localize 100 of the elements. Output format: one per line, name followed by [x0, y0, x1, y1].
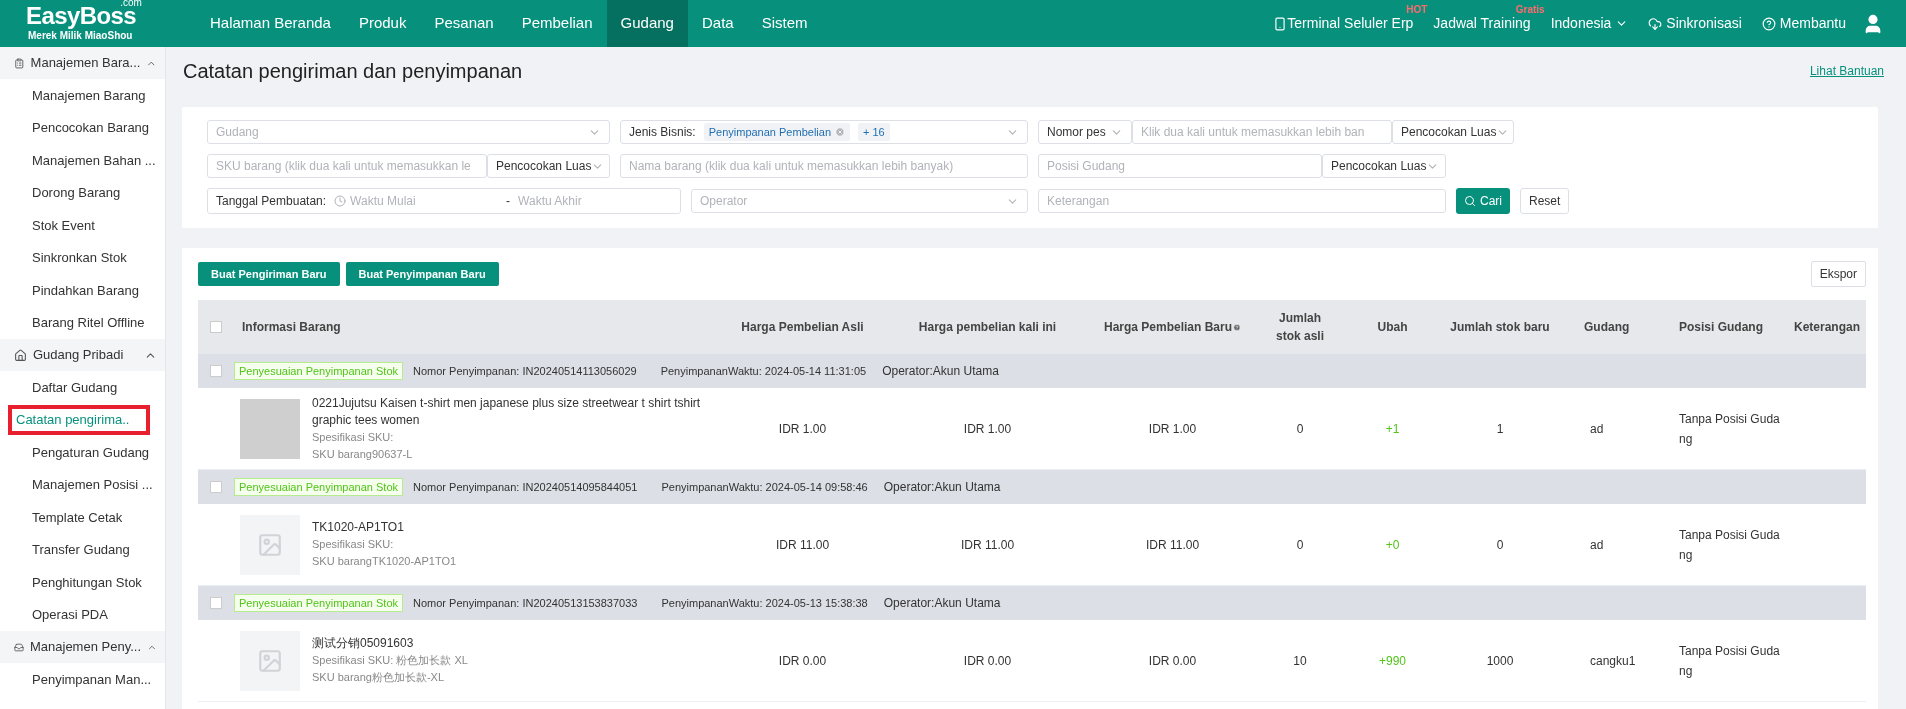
column-header: Jumlah stok baru [1450, 319, 1550, 336]
nav-tab[interactable]: Sistem [747, 0, 822, 47]
sku-code: SKU barangTK1020-AP1TO1 [312, 554, 458, 569]
sidebar-group[interactable]: Manajemen Bara... [0, 47, 165, 79]
checkbox[interactable] [210, 365, 222, 377]
sidebar-item[interactable]: Catatan pengirima.. [8, 404, 150, 435]
column-header: Harga pembelian kali ini [918, 319, 1057, 336]
sidebar-item[interactable]: Dorong Barang [8, 177, 143, 208]
table-cell-text: 0 [1296, 420, 1304, 438]
sidebar-item[interactable]: Penghitungan Stok [8, 567, 164, 598]
checkbox[interactable] [210, 481, 222, 493]
sidebar-group[interactable]: Gudang Pribadi [0, 339, 165, 371]
product-title: TK1020-AP1TO1 [312, 519, 405, 536]
logo-suffix: .com [120, 0, 142, 8]
record-operator: Operator:Akun Utama [883, 479, 1001, 496]
record-time: PenyimpananWaktu: 2024-05-14 11:31:05 [660, 363, 867, 379]
help-link[interactable]: Lihat Bantuan [1809, 62, 1884, 80]
nav-tab[interactable]: Gudang [606, 0, 688, 47]
sidebar-group[interactable]: Manajemen Peny... [0, 631, 165, 663]
select-field[interactable]: Nomor pes [1038, 120, 1132, 144]
header-link[interactable]: Membantu [1779, 13, 1846, 34]
clipboard-icon [14, 56, 25, 70]
sidebar-item[interactable]: Daftar Gudang [8, 372, 140, 403]
nav-tab[interactable]: Pembelian [507, 0, 607, 47]
sku-spec: Spesifikasi SKU: 粉色加长款 XL [312, 653, 469, 668]
sidebar-item[interactable]: Manajemen Bahan ... [8, 145, 165, 176]
header-link[interactable]: Sinkronisasi [1666, 13, 1742, 34]
checkbox[interactable] [210, 597, 222, 609]
phone-icon [1273, 16, 1288, 31]
remove-icon[interactable] [835, 127, 845, 137]
table-cell-text: IDR 0.00 [1148, 652, 1197, 670]
select-field[interactable]: Pencocokan Luas [1392, 120, 1514, 144]
table-cell-text: IDR 11.00 [960, 536, 1015, 554]
table-cell-text: IDR 1.00 [1148, 420, 1197, 438]
column-header: Ubah [1377, 319, 1408, 336]
table-cell-text: IDR 0.00 [778, 652, 827, 670]
header-link[interactable]: Indonesia [1550, 13, 1612, 34]
table-cell-text: 1 [1496, 420, 1504, 438]
tag: + 16 [858, 123, 890, 141]
record-operator: Operator:Akun Utama [882, 363, 999, 380]
select-field[interactable]: Pencocokan Luas [487, 154, 610, 178]
product-title: 测试分销05091603 [312, 635, 415, 652]
select-field[interactable]: Jenis Bisnis: Penyimpanan Pembelian + 16 [620, 120, 1028, 144]
logo-tagline: Merek Milik MiaoShou [28, 29, 133, 43]
nav-tab[interactable]: Produk [344, 0, 421, 47]
tag: Penyimpanan Pembelian [703, 123, 850, 141]
sidebar-item[interactable]: Operasi PDA [8, 599, 130, 630]
sidebar-item[interactable]: Template Cetak [8, 502, 145, 533]
sidebar-item[interactable]: Pengaturan Gudang [8, 437, 165, 468]
column-header: Jumlah stok asli [1275, 310, 1325, 345]
house-icon [14, 348, 27, 362]
nav-tab[interactable]: Halaman Beranda [196, 0, 345, 47]
table-cell-text: 10 [1293, 652, 1307, 670]
sidebar-item[interactable]: Pindahkan Barang [8, 275, 161, 306]
create-button[interactable]: Buat Penyimpanan Baru [345, 262, 499, 286]
sku-code: SKU barang粉色加长款-XL [312, 670, 446, 685]
table-cell: ad [1590, 421, 1604, 436]
table-cell-text: 1000 [1486, 652, 1514, 670]
create-button[interactable]: Buat Pengiriman Baru [198, 262, 340, 286]
table-cell-text: 0 [1496, 536, 1504, 554]
sidebar-item[interactable]: Sinkronkan Stok [8, 242, 149, 273]
nav-tab[interactable]: Data [687, 0, 748, 47]
record-operator: Operator:Akun Utama [883, 595, 1001, 612]
table-cell-text: Tanpa Posisi Gudang [1679, 642, 1781, 680]
column-header: Informasi Barang [242, 319, 341, 336]
sidebar-item[interactable]: Penyimpanan Man... [8, 664, 165, 695]
column-header: Gudang [1584, 319, 1630, 336]
sku-spec: Spesifikasi SKU: [312, 537, 395, 552]
cloud-icon [1648, 16, 1663, 31]
help-icon [1233, 321, 1241, 333]
search-button[interactable]: Cari [1456, 188, 1510, 214]
select-field[interactable]: Pencocokan Luas [1322, 154, 1446, 178]
column-header: Harga Pembelian Baru [1104, 319, 1233, 336]
page-title: Catatan pengiriman dan penyimpanan [183, 59, 523, 84]
status-tag: Penyesuaian Penyimpanan Stok [234, 478, 403, 496]
product-title: 0221Jujutsu Kaisen t-shirt men japanese plus size streetwear t shirt tshirt graphic tees women [312, 394, 702, 429]
sidebar-item[interactable]: Transfer Gudang [8, 534, 152, 565]
help-icon [1761, 16, 1776, 31]
table-cell-text: IDR 11.00 [1145, 536, 1200, 554]
status-tag: Penyesuaian Penyimpanan Stok [234, 362, 403, 380]
record-time: PenyimpananWaktu: 2024-05-14 09:58:46 [661, 479, 868, 495]
checkbox[interactable] [210, 321, 222, 333]
reset-button[interactable]: Reset [1520, 188, 1570, 214]
table-cell-text: 0 [1296, 536, 1304, 554]
date-range-field[interactable]: Tanggal Pembuatan: Waktu Mulai - Waktu Akhir [207, 188, 681, 214]
column-header: Posisi Gudang [1679, 319, 1763, 336]
sidebar-item[interactable]: Manajemen Posisi ... [8, 469, 165, 500]
table-cell: cangku1 [1590, 653, 1636, 668]
image-icon [257, 531, 283, 558]
sidebar-item[interactable]: Manajemen Barang [8, 80, 165, 111]
table-cell-text: IDR 0.00 [963, 652, 1012, 670]
export-button[interactable]: Ekspor [1810, 261, 1866, 287]
sidebar-item[interactable]: Stok Event [8, 210, 117, 241]
sidebar-item[interactable]: Barang Ritel Offline [8, 307, 165, 338]
column-header: Keterangan [1794, 319, 1861, 336]
column-header: Harga Pembelian Asli [741, 319, 864, 336]
nav-tab[interactable]: Pesanan [420, 0, 508, 47]
sidebar-item[interactable]: Pencocokan Barang [8, 112, 165, 143]
photo-placeholder [240, 398, 300, 459]
record-number: Nomor Penyimpanan: IN20240514113056029 [413, 363, 637, 379]
